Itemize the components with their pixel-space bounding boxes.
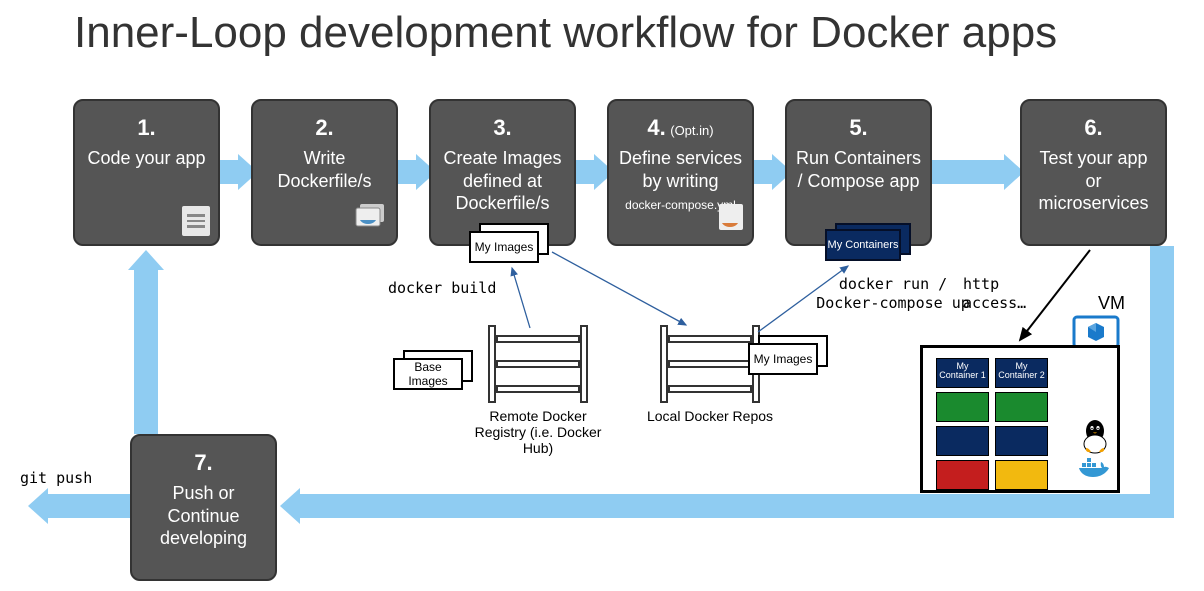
docker-build-label: docker build (388, 279, 496, 297)
tux-icon (1079, 418, 1111, 459)
step-num: 1. (137, 115, 155, 140)
step-6: 6. Test your app or microservices (1020, 99, 1167, 246)
arrow-return-horiz (298, 494, 1174, 518)
my-images-label-2: My Images (748, 343, 818, 375)
docker-run-label: docker run / Docker-compose up (808, 275, 978, 313)
step-num: 3. (493, 115, 511, 140)
vm-slot-green-1 (936, 392, 989, 422)
my-images-label: My Images (469, 231, 539, 263)
docker-whale-icon (1077, 455, 1113, 486)
step-num: 5. (849, 115, 867, 140)
step-num: 4. (647, 115, 665, 140)
remote-registry-label: Remote Docker Registry (i.e. Docker Hub) (468, 408, 608, 456)
vm-slot-red (936, 460, 989, 490)
my-images-stack-1: My Images (469, 223, 549, 263)
step-4: 4. (Opt.in) Define services by writing d… (607, 99, 754, 246)
step-label: Push or Continue developing (140, 482, 267, 550)
base-images-label: Base Images (393, 358, 463, 390)
vm-container-2: My Container 2 (995, 358, 1048, 388)
step-label: Code your app (83, 147, 210, 170)
step-label: Create Images defined at Dockerfile/s (439, 147, 566, 215)
arrow-5-6 (922, 160, 1006, 184)
http-access-label: http access… (963, 275, 1053, 313)
local-repos-label: Local Docker Repos (640, 408, 780, 424)
step-2: 2. Write Dockerfile/s (251, 99, 398, 246)
vm-container-1: My Container 1 (936, 358, 989, 388)
arrow-git-push (46, 494, 130, 518)
step-label: Write Dockerfile/s (261, 147, 388, 192)
my-containers-label: My Containers (825, 229, 901, 261)
local-repos-rack (660, 325, 760, 403)
step-label: Run Containers / Compose app (795, 147, 922, 192)
compose-file-icon (718, 203, 744, 236)
step-label: Define services by writing (617, 147, 744, 192)
vm-title: VM (1098, 293, 1125, 314)
docker-files-icon (354, 202, 388, 236)
arrow-7-to-1 (134, 268, 158, 434)
vm-slot-navy-2 (995, 426, 1048, 456)
step-num: 2. (315, 115, 333, 140)
page-title: Inner-Loop development workflow for Dock… (74, 8, 1057, 58)
step-num: 7. (194, 450, 212, 475)
vm-slot-navy-1 (936, 426, 989, 456)
step-label: Test your app or microservices (1030, 147, 1157, 215)
remote-registry-rack (488, 325, 588, 403)
arrow-return-vert-6 (1150, 246, 1174, 516)
vm-slot-yellow (995, 460, 1048, 490)
my-containers-stack: My Containers (825, 223, 915, 263)
vm-slot-green-2 (995, 392, 1048, 422)
step-num: 6. (1084, 115, 1102, 140)
step-7: 7. Push or Continue developing (130, 434, 277, 581)
my-images-stack-2: My Images (748, 335, 828, 375)
vm-box: My Container 1 My Container 2 (920, 345, 1120, 493)
document-icon (182, 206, 210, 236)
step-1: 1. Code your app (73, 99, 220, 246)
step-opt: (Opt.in) (670, 123, 713, 138)
git-push-label: git push (20, 469, 92, 487)
base-images-stack: Base Images (393, 350, 473, 390)
